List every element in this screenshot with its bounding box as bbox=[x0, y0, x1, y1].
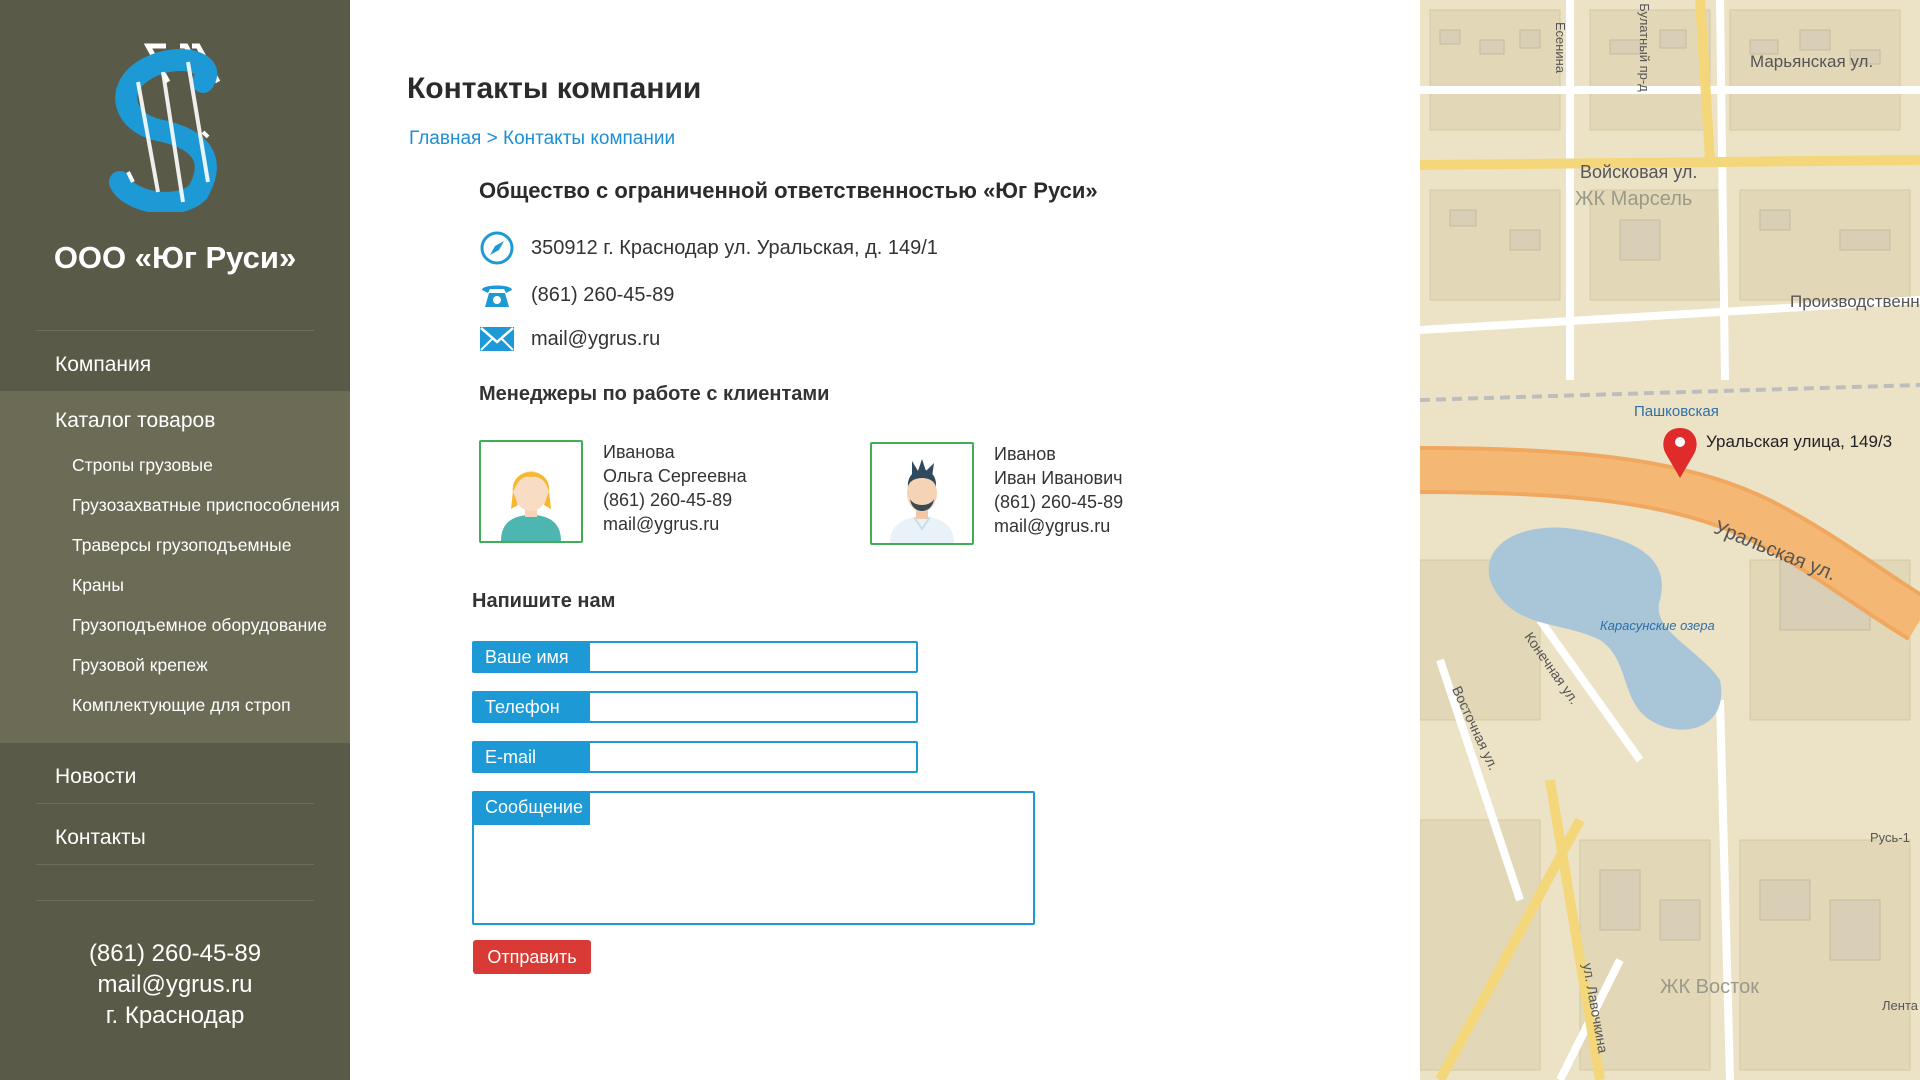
subitem-slings[interactable]: Стропы грузовые bbox=[0, 445, 350, 485]
email-input[interactable] bbox=[592, 743, 916, 773]
telephone-icon bbox=[479, 277, 515, 313]
manager-phone[interactable]: (861) 260-45-89 bbox=[994, 490, 1123, 514]
manager-phone[interactable]: (861) 260-45-89 bbox=[603, 488, 747, 512]
contact-form-title: Напишите нам bbox=[472, 590, 616, 612]
sidebar-city: г. Краснодар bbox=[105, 1002, 245, 1029]
street-label: Марьянская ул. bbox=[1750, 52, 1874, 71]
avatar-male bbox=[870, 442, 974, 545]
breadcrumb-home[interactable]: Главная bbox=[409, 128, 481, 149]
company-name: ООО «Юг Руси» bbox=[53, 240, 297, 275]
street-label: Есенина bbox=[1553, 21, 1569, 74]
map[interactable]: Уральская улица, 149/3 Марьянская ул. Во… bbox=[1420, 0, 1920, 1080]
breadcrumb-separator: > bbox=[486, 128, 498, 149]
manager-surname: Иванова bbox=[603, 442, 675, 462]
place-label: Карасунские озера bbox=[1600, 618, 1715, 633]
phone-field: Телефон bbox=[472, 691, 918, 723]
page-title: Контакты компании bbox=[407, 72, 702, 105]
subitem-lifting-equipment[interactable]: Грузоподъемное оборудование bbox=[0, 605, 350, 645]
nav-item-company[interactable]: Компания bbox=[0, 331, 350, 391]
nav-item-news[interactable]: Новости bbox=[0, 743, 350, 803]
org-name: Общество с ограниченной ответственностью… bbox=[479, 178, 1098, 203]
place-label: Пашковская bbox=[1634, 403, 1719, 420]
manager-name: Иван Иванович bbox=[994, 468, 1123, 488]
main-content: Контакты компании Главная > Контакты ком… bbox=[350, 0, 1420, 1080]
street-label: Производственная ул. bbox=[1790, 292, 1920, 311]
footer-divider bbox=[36, 900, 314, 901]
email-field: E-mail bbox=[472, 741, 918, 773]
subitem-cranes[interactable]: Краны bbox=[0, 565, 350, 605]
sidebar-email[interactable]: mail@ygrus.ru bbox=[0, 969, 350, 1000]
nav-divider bbox=[36, 864, 314, 865]
managers-title: Менеджеры по работе с клиентами bbox=[479, 383, 830, 405]
breadcrumb: Главная > Контакты компании bbox=[409, 128, 675, 150]
message-field: Сообщение bbox=[472, 791, 1035, 925]
nav-item-contacts[interactable]: Контакты bbox=[0, 804, 350, 864]
manager-info: Иванова Ольга Сергеевна (861) 260-45-89 … bbox=[603, 440, 747, 543]
phone-label: Телефон bbox=[474, 693, 590, 721]
map-marker-label[interactable]: Уральская улица, 149/3 bbox=[1706, 432, 1892, 452]
submit-button[interactable]: Отправить bbox=[473, 940, 591, 974]
manager-info: Иванов Иван Иванович (861) 260-45-89 mai… bbox=[994, 442, 1123, 545]
main-nav: Компания Каталог товаров Стропы грузовые… bbox=[0, 330, 350, 865]
email-label: E-mail bbox=[474, 743, 590, 771]
subitem-traverses[interactable]: Траверсы грузоподъемные bbox=[0, 525, 350, 565]
address-row: 350912 г. Краснодар ул. Уральская, д. 14… bbox=[479, 230, 938, 266]
place-label: ЖК Восток bbox=[1660, 976, 1759, 998]
breadcrumb-current[interactable]: Контакты компании bbox=[503, 128, 675, 149]
subitem-lifting-devices[interactable]: Грузозахватные приспособления bbox=[0, 485, 350, 525]
phone-input[interactable] bbox=[592, 693, 916, 723]
phone-row: (861) 260-45-89 bbox=[479, 277, 674, 313]
sidebar-contacts: (861) 260-45-89 mail@ygrus.ru г. Краснод… bbox=[0, 938, 350, 1031]
manager-email[interactable]: mail@ygrus.ru bbox=[994, 514, 1123, 538]
manager-card: Иванова Ольга Сергеевна (861) 260-45-89 … bbox=[479, 440, 747, 543]
email-text[interactable]: mail@ygrus.ru bbox=[531, 328, 660, 351]
nav-catalog-block: Каталог товаров Стропы грузовые Грузозах… bbox=[0, 391, 350, 743]
phone-text[interactable]: (861) 260-45-89 bbox=[531, 284, 674, 307]
avatar-female bbox=[479, 440, 583, 543]
envelope-icon bbox=[479, 321, 515, 357]
subitem-sling-components[interactable]: Комплектующие для строп bbox=[0, 685, 350, 725]
name-field: Ваше имя bbox=[472, 641, 918, 673]
manager-card: Иванов Иван Иванович (861) 260-45-89 mai… bbox=[870, 442, 1123, 545]
message-label: Сообщение bbox=[474, 793, 590, 825]
subitem-cargo-fasteners[interactable]: Грузовой крепеж bbox=[0, 645, 350, 685]
company-logo[interactable] bbox=[108, 42, 238, 214]
message-textarea[interactable] bbox=[476, 827, 1031, 921]
name-label: Ваше имя bbox=[474, 643, 590, 671]
nav-item-catalog[interactable]: Каталог товаров bbox=[0, 397, 350, 445]
street-label: Булатный пр-д bbox=[1636, 3, 1652, 92]
place-label: Русь-1 bbox=[1870, 830, 1910, 845]
sidebar-phone[interactable]: (861) 260-45-89 bbox=[0, 938, 350, 969]
email-row: mail@ygrus.ru bbox=[479, 321, 660, 357]
place-label: Лента bbox=[1882, 998, 1918, 1013]
sidebar: ООО «Юг Руси» Компания Каталог товаров С… bbox=[0, 0, 350, 1080]
name-input[interactable] bbox=[592, 643, 916, 673]
manager-name: Ольга Сергеевна bbox=[603, 466, 747, 486]
place-label: ЖК Марсель bbox=[1575, 188, 1693, 210]
compass-icon bbox=[479, 230, 515, 266]
manager-surname: Иванов bbox=[994, 444, 1056, 464]
address-text: 350912 г. Краснодар ул. Уральская, д. 14… bbox=[531, 236, 938, 259]
street-label: Войсковая ул. bbox=[1580, 162, 1698, 182]
manager-email[interactable]: mail@ygrus.ru bbox=[603, 512, 747, 536]
